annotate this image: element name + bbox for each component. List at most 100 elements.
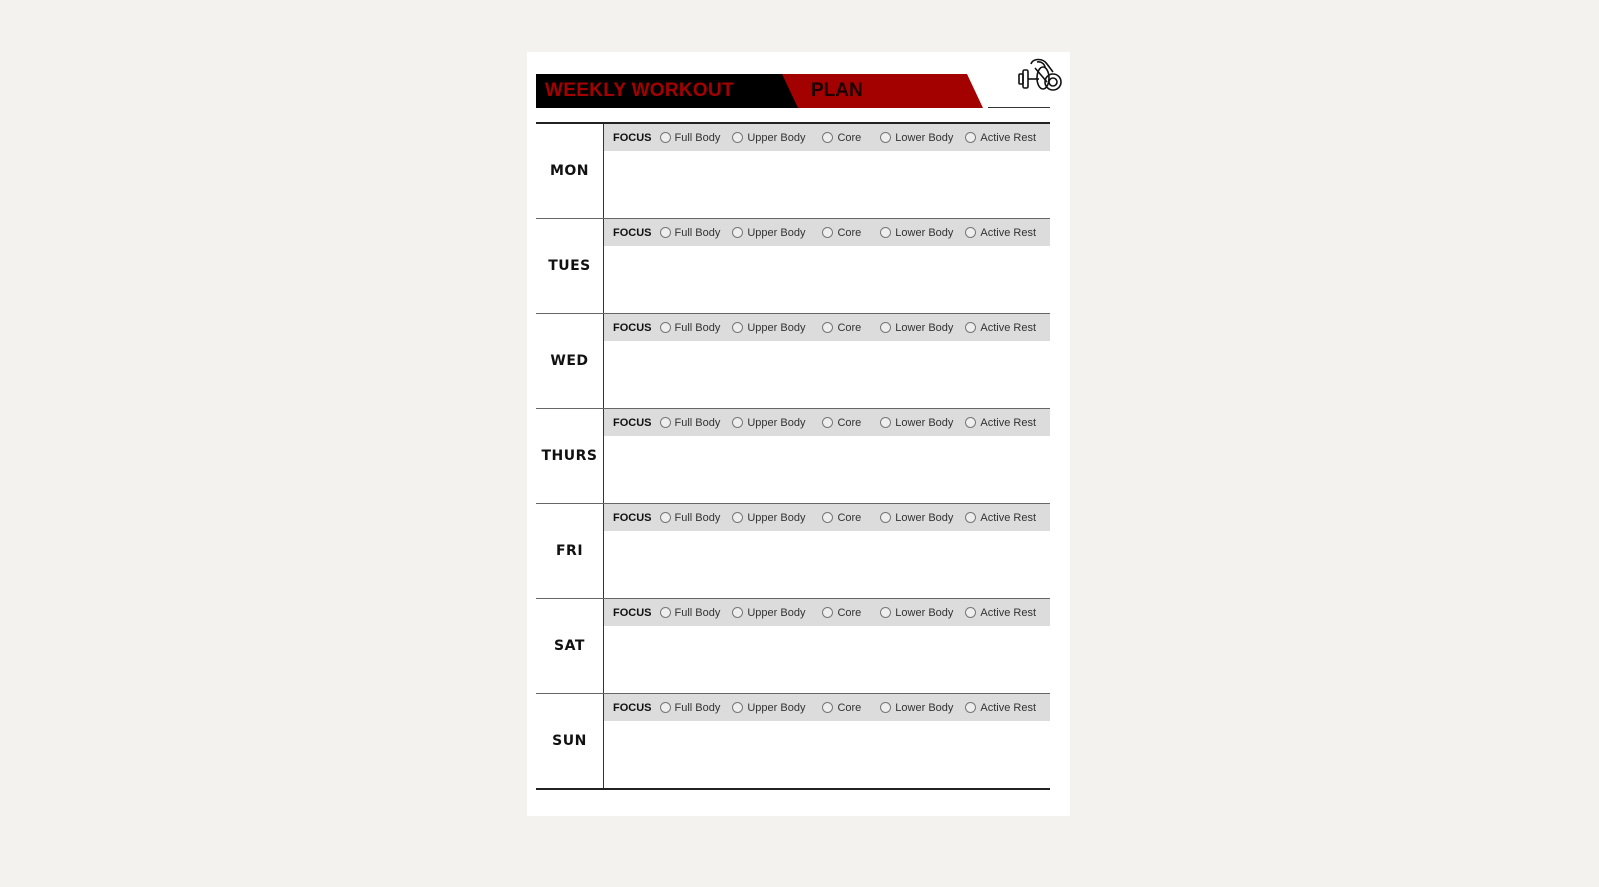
focus-option-upper-body[interactable]: Upper Body: [732, 512, 805, 524]
focus-option-active-rest[interactable]: Active Rest: [965, 702, 1036, 714]
focus-option-upper-body[interactable]: Upper Body: [732, 227, 805, 239]
focus-option-full-body[interactable]: Full Body: [659, 416, 721, 429]
option-label: Upper Body: [747, 606, 806, 619]
radio-icon[interactable]: [822, 417, 834, 428]
radio-icon[interactable]: [965, 607, 977, 618]
focus-label: FOCUS: [613, 131, 652, 144]
radio-icon[interactable]: [822, 512, 834, 523]
title-plan: PLAN: [811, 80, 863, 101]
focus-option-lower-body[interactable]: Lower Body: [880, 512, 953, 524]
focus-option-core[interactable]: Core: [822, 607, 861, 619]
radio-icon[interactable]: [822, 607, 834, 618]
radio-icon[interactable]: [880, 512, 892, 523]
focus-option-full-body[interactable]: Full Body: [659, 512, 720, 524]
focus-option-core[interactable]: Core: [822, 417, 861, 429]
workout-notes-area[interactable]: [604, 436, 1050, 502]
day-label: SUN: [536, 694, 604, 788]
radio-icon[interactable]: [659, 227, 671, 238]
day-content: FOCUS Full Body Upper Body Core Lower Bo…: [604, 314, 1050, 408]
workout-notes-area[interactable]: [604, 531, 1050, 597]
focus-label: FOCUS: [613, 701, 652, 714]
radio-icon[interactable]: [659, 417, 671, 428]
focus-option-core[interactable]: Core: [822, 227, 861, 239]
radio-icon[interactable]: [965, 132, 977, 143]
radio-icon[interactable]: [822, 132, 834, 143]
header-rule: [988, 107, 1050, 108]
focus-option-lower-body[interactable]: Lower Body: [880, 132, 953, 144]
radio-icon[interactable]: [965, 227, 977, 238]
focus-option-core[interactable]: Core: [822, 132, 861, 144]
radio-icon[interactable]: [822, 702, 834, 713]
focus-option-full-body[interactable]: Full Body: [659, 607, 720, 619]
radio-icon[interactable]: [965, 322, 977, 333]
radio-icon[interactable]: [659, 132, 671, 143]
option-label: Lower Body: [895, 511, 954, 524]
focus-option-full-body[interactable]: Full Body: [659, 322, 720, 334]
day-row-wed: WED FOCUS Full Body Upper Body Core Lowe…: [536, 314, 1050, 409]
radio-icon[interactable]: [965, 702, 977, 713]
day-row-sun: SUN FOCUS Full Body Upper Body Core Lowe…: [536, 694, 1050, 790]
focus-option-active-rest[interactable]: Active Rest: [965, 607, 1036, 619]
radio-icon[interactable]: [659, 702, 671, 713]
workout-notes-area[interactable]: [604, 341, 1050, 407]
option-label: Full Body: [674, 416, 721, 429]
radio-icon[interactable]: [965, 417, 977, 428]
focus-option-active-rest[interactable]: Active Rest: [965, 132, 1036, 144]
radio-icon[interactable]: [659, 322, 671, 333]
focus-option-full-body[interactable]: Full Body: [659, 227, 720, 239]
focus-option-upper-body[interactable]: Upper Body: [732, 607, 805, 619]
option-label: Active Rest: [980, 416, 1037, 429]
focus-option-core[interactable]: Core: [822, 702, 861, 714]
focus-option-core[interactable]: Core: [822, 322, 861, 334]
focus-option-lower-body[interactable]: Lower Body: [880, 417, 953, 429]
workout-notes-area[interactable]: [604, 626, 1050, 692]
option-label: Upper Body: [747, 511, 806, 524]
focus-option-full-body[interactable]: Full Body: [659, 702, 720, 714]
option-label: Lower Body: [895, 321, 954, 334]
option-label: Upper Body: [747, 131, 806, 144]
focus-option-lower-body[interactable]: Lower Body: [880, 702, 953, 714]
radio-icon[interactable]: [822, 227, 834, 238]
focus-option-active-rest[interactable]: Active Rest: [965, 512, 1036, 524]
radio-icon[interactable]: [732, 227, 744, 238]
radio-icon[interactable]: [880, 227, 892, 238]
radio-icon[interactable]: [880, 132, 892, 143]
focus-option-upper-body[interactable]: Upper Body: [732, 322, 805, 334]
focus-option-upper-body[interactable]: Upper Body: [732, 417, 805, 429]
focus-option-core[interactable]: Core: [822, 512, 861, 524]
radio-icon[interactable]: [732, 417, 744, 428]
radio-icon[interactable]: [880, 607, 892, 618]
radio-icon[interactable]: [880, 417, 892, 428]
focus-option-lower-body[interactable]: Lower Body: [880, 322, 953, 334]
focus-option-active-rest[interactable]: Active Rest: [965, 227, 1036, 239]
radio-icon[interactable]: [732, 702, 744, 713]
focus-option-upper-body[interactable]: Upper Body: [732, 702, 805, 714]
radio-icon[interactable]: [880, 702, 892, 713]
radio-icon[interactable]: [880, 322, 892, 333]
option-label: Core: [837, 606, 862, 619]
workout-notes-area[interactable]: [604, 151, 1050, 217]
day-label: MON: [536, 124, 604, 218]
day-label: SAT: [536, 599, 604, 693]
workout-notes-area[interactable]: [604, 246, 1050, 312]
focus-option-upper-body[interactable]: Upper Body: [732, 132, 805, 144]
focus-option-full-body[interactable]: Full Body: [659, 132, 720, 144]
radio-icon[interactable]: [822, 322, 834, 333]
focus-bar: FOCUS Full Body Upper Body Core Lower Bo…: [604, 314, 1050, 341]
radio-icon[interactable]: [659, 607, 671, 618]
workout-notes-area[interactable]: [604, 721, 1050, 787]
radio-icon[interactable]: [732, 132, 744, 143]
option-label: Lower Body: [895, 131, 954, 144]
radio-icon[interactable]: [659, 512, 671, 523]
option-label: Active Rest: [980, 131, 1037, 144]
radio-icon[interactable]: [732, 512, 744, 523]
radio-icon[interactable]: [732, 322, 744, 333]
focus-option-active-rest[interactable]: Active Rest: [965, 417, 1036, 429]
option-label: Lower Body: [895, 416, 954, 429]
radio-icon[interactable]: [732, 607, 744, 618]
focus-option-lower-body[interactable]: Lower Body: [880, 227, 953, 239]
focus-option-lower-body[interactable]: Lower Body: [880, 607, 953, 619]
focus-option-active-rest[interactable]: Active Rest: [965, 322, 1036, 334]
radio-icon[interactable]: [965, 512, 977, 523]
focus-bar: FOCUS Full Body Upper Body Core Lower Bo…: [604, 694, 1050, 721]
